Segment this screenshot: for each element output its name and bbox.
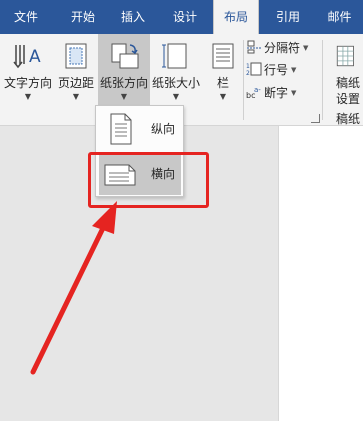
annotation-arrow-icon (30, 201, 117, 375)
word-window: 文件 开始 插入 设计 布局 引用 邮件 A 文字方向 ▼ 页边距 ▼ 纸张方向… (0, 0, 363, 421)
